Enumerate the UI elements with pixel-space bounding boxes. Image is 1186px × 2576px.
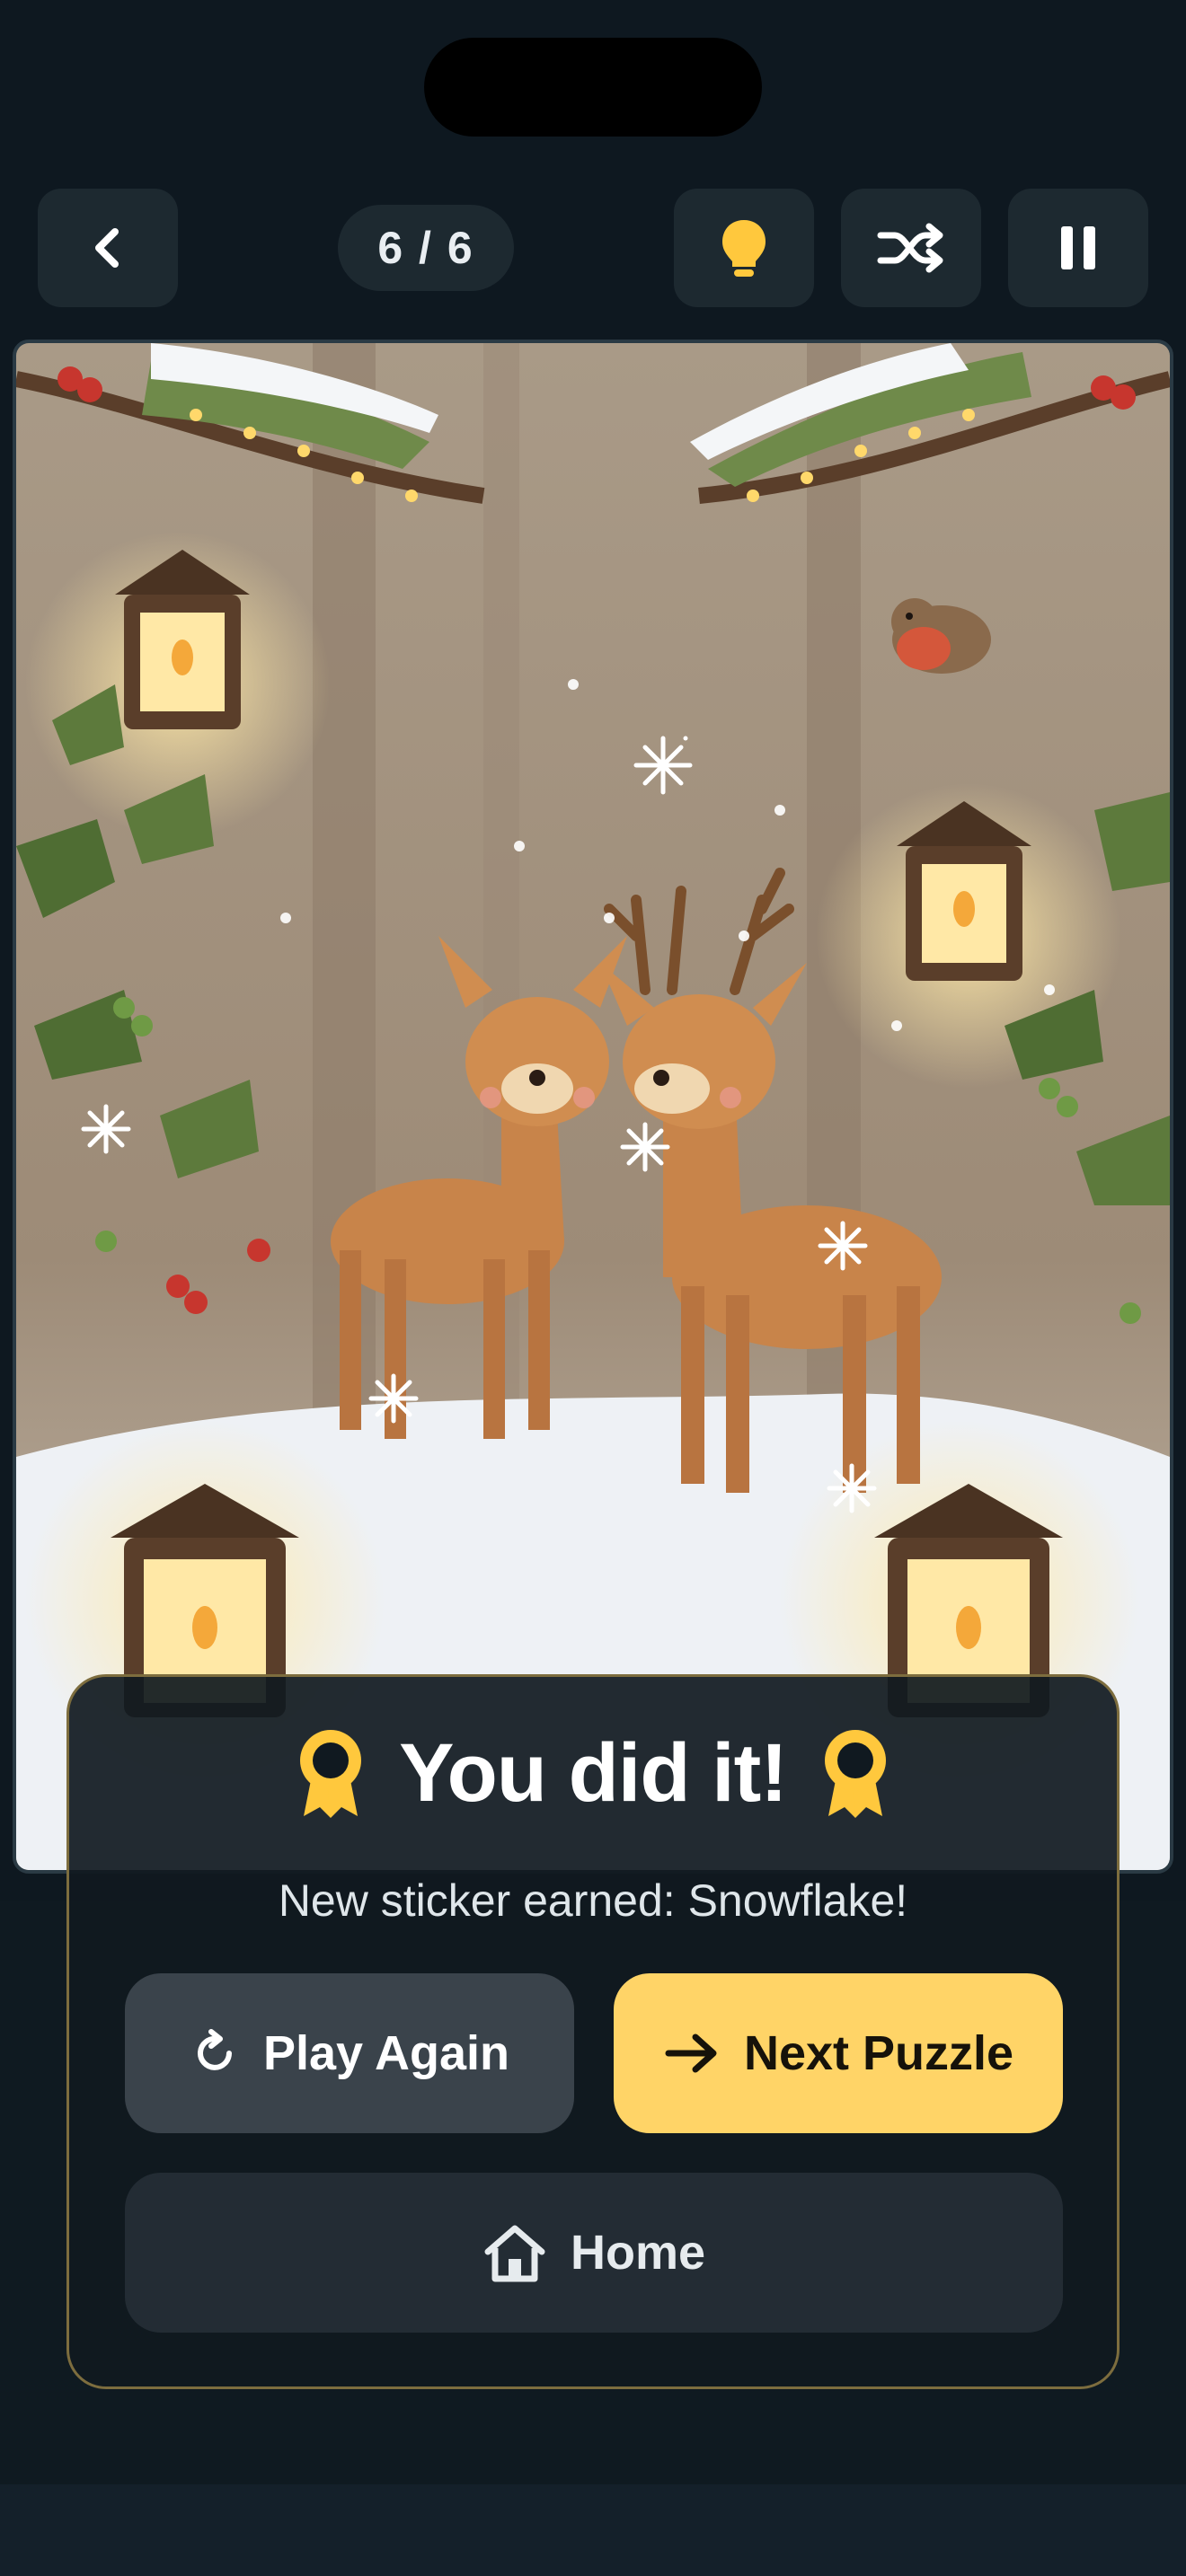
home-button[interactable]: Home <box>125 2173 1063 2333</box>
puzzle-image[interactable] <box>13 340 1173 1874</box>
winter-deer-scene-illustration <box>16 343 1170 1870</box>
award-ribbon-icon <box>300 1730 362 1818</box>
shuffle-icon <box>877 223 943 273</box>
progress-counter: 6 / 6 <box>338 205 514 291</box>
refresh-icon <box>198 2029 232 2070</box>
chevron-left-icon <box>95 228 119 268</box>
dialog-subtitle: New sticker earned: Snowflake! <box>278 1875 908 1926</box>
play-again-button[interactable]: Play Again <box>125 1973 574 2133</box>
pause-icon <box>1061 226 1095 269</box>
dialog-title-row: You did it! <box>69 1724 1117 1822</box>
lightbulb-icon <box>722 220 766 277</box>
pause-button[interactable] <box>1008 189 1148 307</box>
hint-button[interactable] <box>674 189 814 307</box>
next-puzzle-button[interactable]: Next Puzzle <box>614 1973 1063 2133</box>
dialog-title: You did it! <box>399 1726 788 1819</box>
bottom-safe-area <box>0 2484 1186 2576</box>
completion-dialog: You did it! New sticker earned: Snowflak… <box>66 1674 1120 2389</box>
next-puzzle-label: Next Puzzle <box>743 2026 1014 2080</box>
back-button[interactable] <box>38 189 178 307</box>
shuffle-button[interactable] <box>841 189 981 307</box>
play-again-label: Play Again <box>262 2026 510 2080</box>
home-label: Home <box>570 2226 706 2280</box>
arrow-right-icon <box>665 2033 717 2073</box>
top-toolbar: 6 / 6 <box>0 171 1186 328</box>
home-icon <box>484 2225 545 2282</box>
award-ribbon-icon <box>824 1730 886 1818</box>
dynamic-island <box>424 38 762 137</box>
